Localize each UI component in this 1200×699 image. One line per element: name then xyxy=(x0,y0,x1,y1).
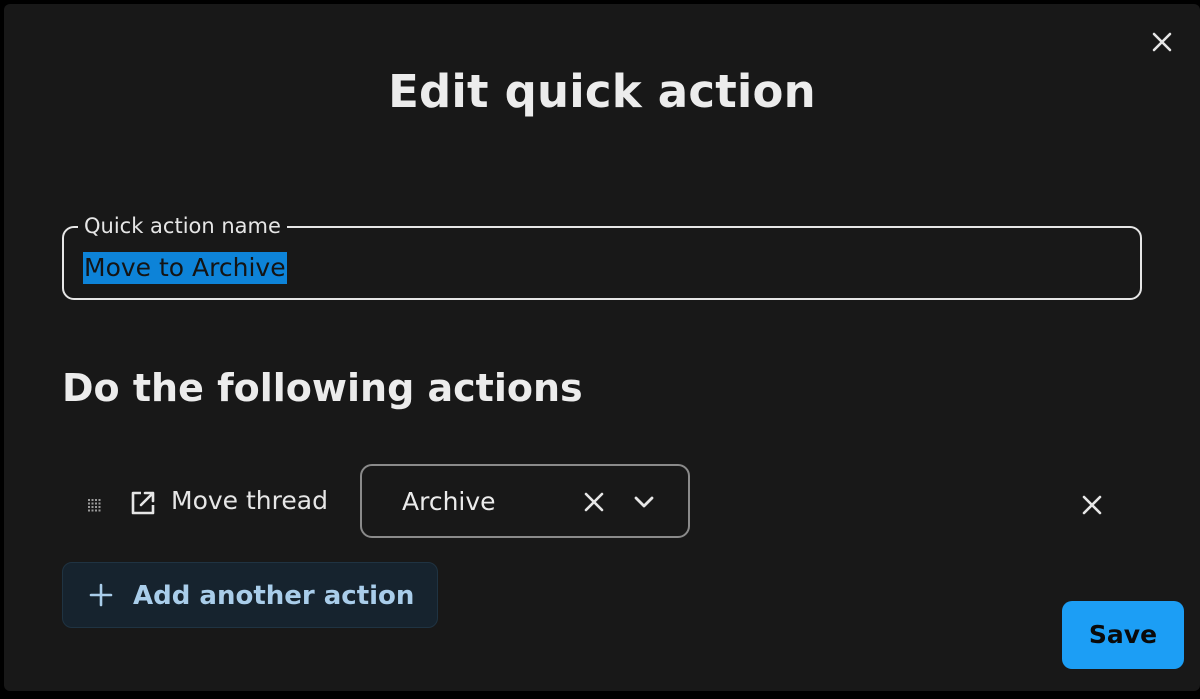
actions-section-heading: Do the following actions xyxy=(62,366,583,410)
dialog-title: Edit quick action xyxy=(388,65,816,118)
close-icon xyxy=(584,492,604,512)
dropdown-toggle-button[interactable] xyxy=(630,488,658,516)
action-row: Move thread Archive xyxy=(4,464,1200,540)
remove-action-button[interactable] xyxy=(1078,491,1106,519)
drag-handle-icon[interactable] xyxy=(87,498,101,512)
quick-action-name-field[interactable]: Quick action name Move to Archive xyxy=(62,213,1142,300)
clear-selection-button[interactable] xyxy=(580,488,608,516)
quick-action-name-input[interactable]: Move to Archive xyxy=(83,252,287,284)
quick-action-name-label: Quick action name xyxy=(78,213,287,239)
plus-icon xyxy=(89,583,113,607)
action-type-label: Move thread xyxy=(171,486,328,515)
edit-quick-action-dialog: Edit quick action Quick action name Move… xyxy=(4,4,1200,691)
close-dialog-button[interactable] xyxy=(1148,28,1176,56)
save-button[interactable]: Save xyxy=(1062,601,1184,669)
close-icon xyxy=(1082,495,1102,515)
destination-select[interactable]: Archive xyxy=(360,464,690,538)
destination-select-value: Archive xyxy=(402,487,496,516)
external-link-icon xyxy=(131,491,155,515)
chevron-down-icon xyxy=(634,496,654,508)
add-another-action-button[interactable]: Add another action xyxy=(62,562,438,628)
close-icon xyxy=(1152,32,1172,52)
add-another-action-label: Add another action xyxy=(133,581,415,611)
